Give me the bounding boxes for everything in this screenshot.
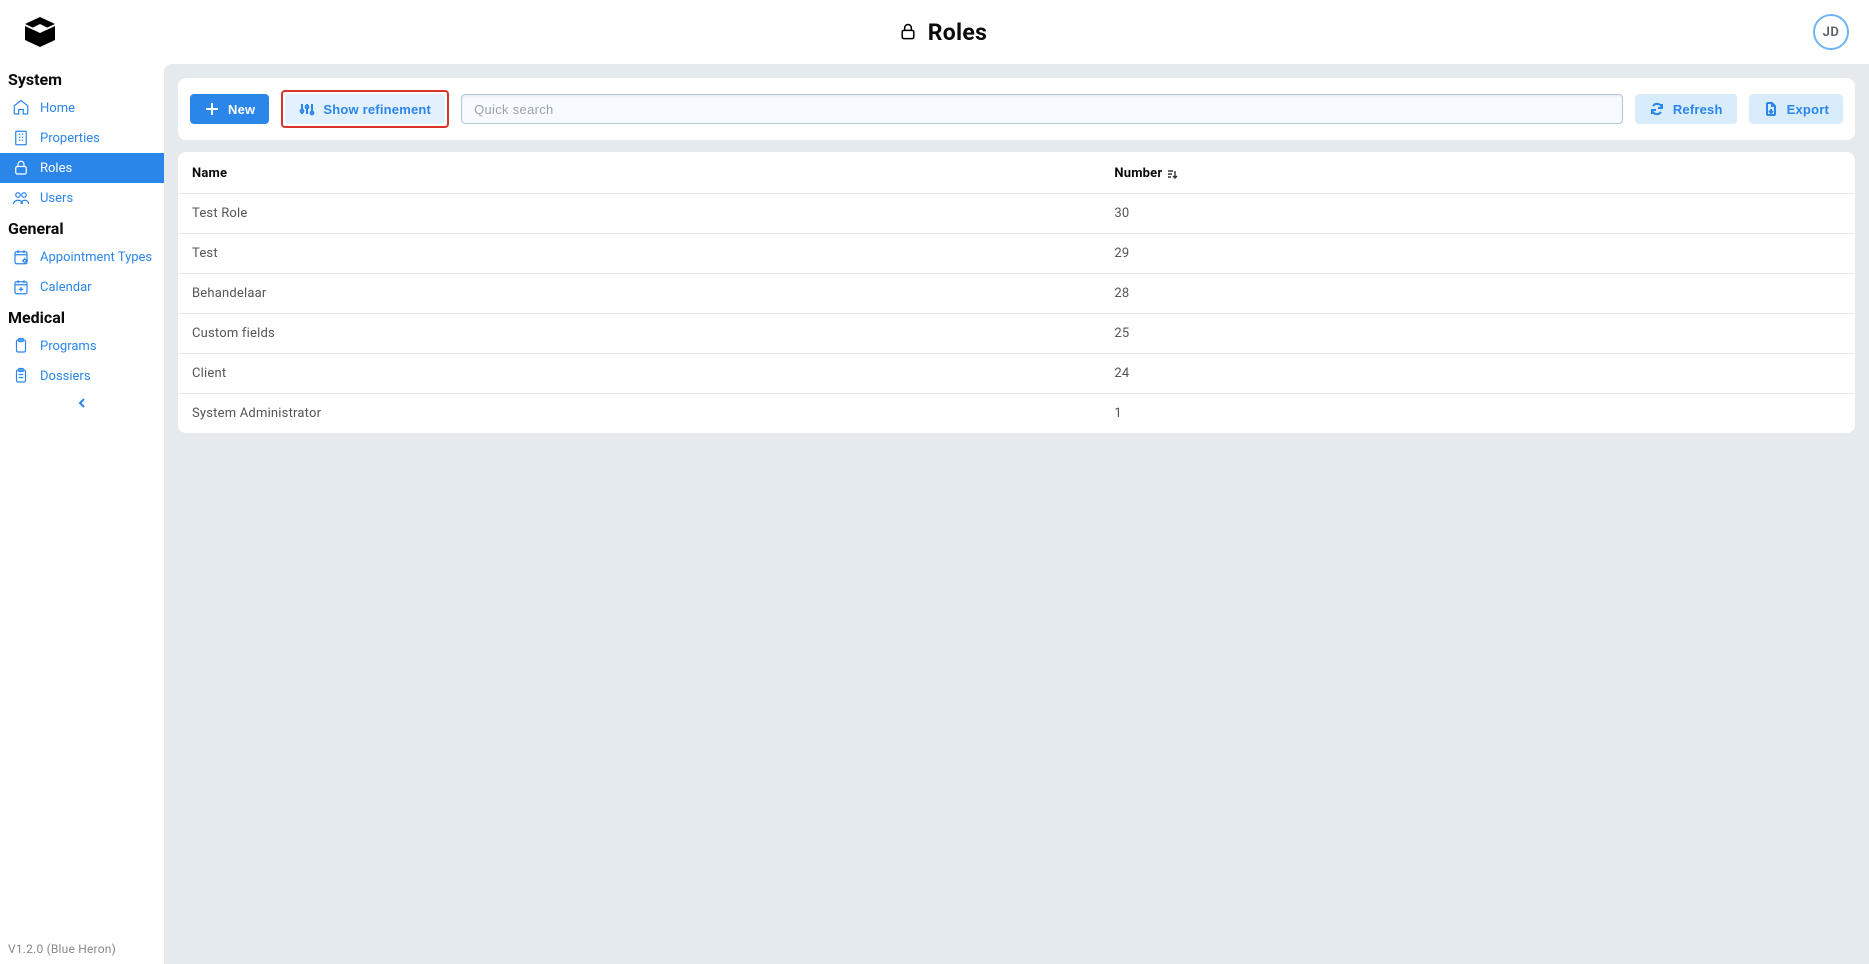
cell-name: Test Role [178, 194, 1100, 234]
table-row[interactable]: Test29 [178, 234, 1855, 274]
sort-desc-icon [1166, 168, 1178, 180]
cell-number: 30 [1100, 194, 1855, 234]
sliders-icon [299, 101, 315, 117]
chevron-left-icon [76, 397, 88, 409]
clipboard-list-icon [12, 367, 30, 385]
export-label: Export [1787, 102, 1829, 117]
table-row[interactable]: Client24 [178, 354, 1855, 394]
table-row[interactable]: Custom fields25 [178, 314, 1855, 354]
sidebar-item-label: Appointment Types [40, 250, 152, 265]
clipboard-icon [12, 337, 30, 355]
cell-number: 29 [1100, 234, 1855, 274]
quick-search-input[interactable] [461, 94, 1623, 124]
sidebar-item-calendar[interactable]: Calendar [0, 272, 164, 302]
column-header-number[interactable]: Number [1100, 152, 1855, 194]
calendar-plus-icon [12, 278, 30, 296]
sidebar-item-home[interactable]: Home [0, 93, 164, 123]
sidebar-item-users[interactable]: Users [0, 183, 164, 213]
show-refinement-button[interactable]: Show refinement [285, 94, 445, 124]
sidebar-collapse-button[interactable] [0, 391, 164, 415]
refresh-button[interactable]: Refresh [1635, 94, 1737, 124]
app-logo[interactable] [8, 14, 72, 50]
plus-icon [204, 101, 220, 117]
sidebar-item-label: Home [40, 101, 75, 116]
sidebar-item-appointment-types[interactable]: Appointment Types [0, 242, 164, 272]
sidebar-item-label: Properties [40, 131, 100, 146]
export-button[interactable]: Export [1749, 94, 1843, 124]
page-title-wrap: Roles [898, 19, 988, 46]
sidebar-group-title: Medical [0, 302, 164, 331]
refresh-icon [1649, 101, 1665, 117]
table-row[interactable]: Test Role30 [178, 194, 1855, 234]
new-button[interactable]: New [190, 94, 269, 124]
cell-name: Behandelaar [178, 274, 1100, 314]
new-button-label: New [228, 102, 255, 117]
export-icon [1763, 101, 1779, 117]
user-avatar[interactable]: JD [1813, 14, 1849, 50]
sidebar: System Home Properties Roles Users General App… [0, 64, 164, 964]
sidebar-item-properties[interactable]: Properties [0, 123, 164, 153]
content-area: New Show refinement Refresh Export [164, 64, 1869, 964]
topbar: Roles JD [0, 0, 1869, 64]
logo-icon [22, 14, 58, 50]
sidebar-item-programs[interactable]: Programs [0, 331, 164, 361]
cell-name: System Administrator [178, 394, 1100, 434]
show-refinement-label: Show refinement [323, 102, 431, 117]
column-header-name[interactable]: Name [178, 152, 1100, 194]
building-icon [12, 129, 30, 147]
sidebar-item-label: Roles [40, 161, 72, 176]
sidebar-group-title: General [0, 213, 164, 242]
refresh-label: Refresh [1673, 102, 1723, 117]
sidebar-item-label: Programs [40, 339, 97, 354]
table-row[interactable]: Behandelaar28 [178, 274, 1855, 314]
cell-name: Client [178, 354, 1100, 394]
lock-icon [12, 159, 30, 177]
avatar-initials: JD [1823, 25, 1840, 40]
cell-number: 28 [1100, 274, 1855, 314]
sidebar-item-label: Calendar [40, 280, 92, 295]
cell-number: 1 [1100, 394, 1855, 434]
roles-table: NameNumber Test Role30Test29Behandelaar2… [178, 152, 1855, 433]
cell-number: 24 [1100, 354, 1855, 394]
version-label: V1.2.0 (Blue Heron) [0, 934, 164, 964]
roles-table-card: NameNumber Test Role30Test29Behandelaar2… [178, 152, 1855, 433]
highlighted-control: Show refinement [281, 90, 449, 128]
toolbar: New Show refinement Refresh Export [178, 78, 1855, 140]
sidebar-group-title: System [0, 64, 164, 93]
sidebar-item-label: Users [40, 191, 73, 206]
sidebar-item-roles[interactable]: Roles [0, 153, 164, 183]
calendar-cog-icon [12, 248, 30, 266]
home-icon [12, 99, 30, 117]
cell-name: Test [178, 234, 1100, 274]
cell-name: Custom fields [178, 314, 1100, 354]
sidebar-item-dossiers[interactable]: Dossiers [0, 361, 164, 391]
cell-number: 25 [1100, 314, 1855, 354]
table-row[interactable]: System Administrator1 [178, 394, 1855, 434]
lock-icon [898, 22, 918, 42]
page-title: Roles [928, 19, 988, 46]
sidebar-item-label: Dossiers [40, 369, 91, 384]
users-icon [12, 189, 30, 207]
